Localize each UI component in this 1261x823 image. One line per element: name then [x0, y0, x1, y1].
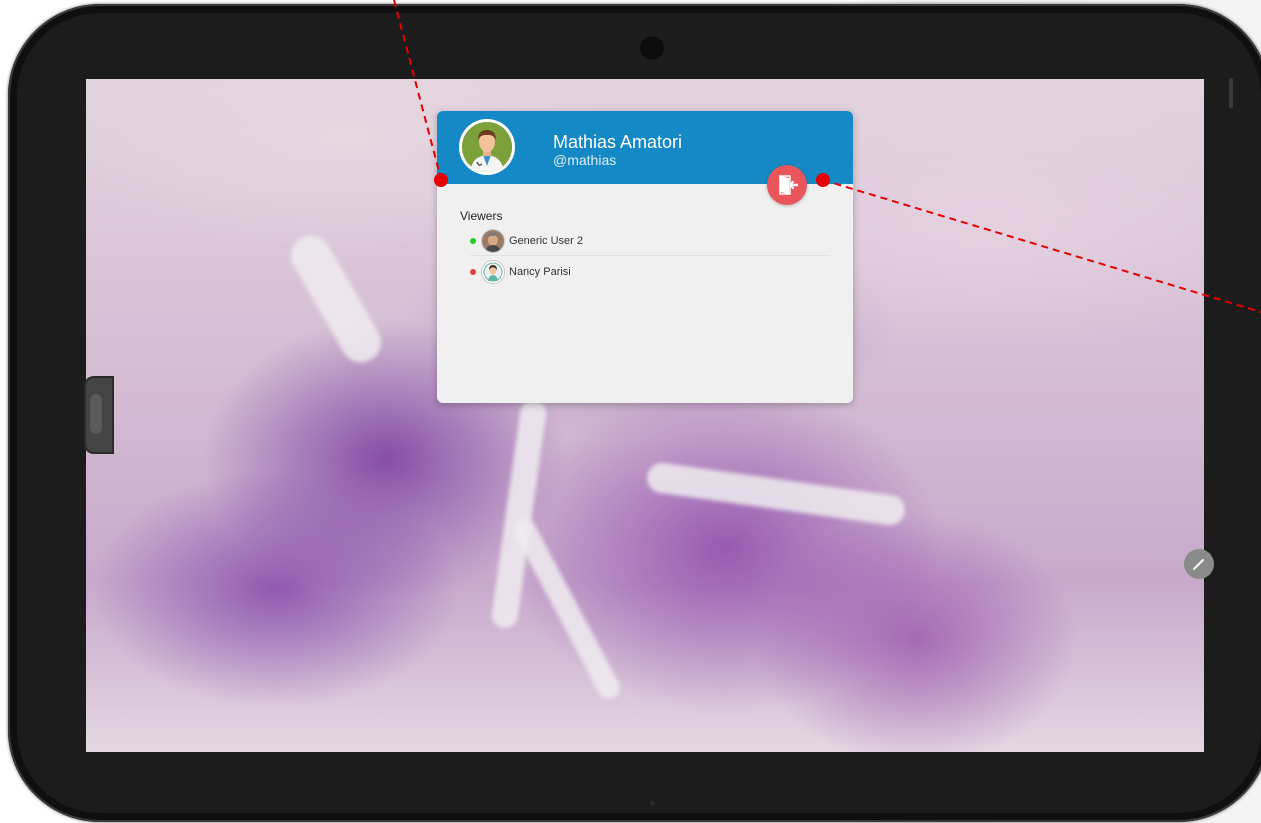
- user-panel: Mathias Amatori @mathias Viewers Generic…: [437, 111, 853, 403]
- user-photo-icon: [482, 230, 504, 252]
- viewer-item-nancy-parisi[interactable]: Nancy Parisi: [470, 258, 830, 286]
- pencil-icon: [1193, 559, 1204, 570]
- viewer-avatar: [481, 260, 505, 284]
- offline-status-dot: [470, 269, 476, 275]
- viewer-name: Nancy Parisi: [509, 266, 571, 278]
- logout-door-icon: [779, 175, 798, 195]
- right-hardware-bar: [1229, 78, 1233, 108]
- viewers-heading: Viewers: [460, 209, 503, 223]
- logout-button[interactable]: [767, 165, 807, 205]
- side-hardware-button: [84, 376, 114, 454]
- viewer-item-generic-user-2[interactable]: Generic User 2: [470, 227, 830, 256]
- online-status-dot: [470, 238, 476, 244]
- viewer-name: Generic User 2: [509, 235, 583, 247]
- edit-button[interactable]: [1184, 549, 1214, 579]
- sensor-dot: [650, 801, 655, 806]
- camera-icon: [639, 35, 665, 61]
- stage: Mathias Amatori @mathias Viewers Generic…: [0, 0, 1261, 823]
- profile-name: Mathias Amatori: [553, 132, 683, 152]
- doctor-avatar-icon: [462, 122, 512, 172]
- profile-handle: @mathias: [553, 152, 617, 168]
- viewer-avatar: [481, 229, 505, 253]
- nurse-avatar-icon: [482, 261, 504, 283]
- avatar: [459, 119, 515, 175]
